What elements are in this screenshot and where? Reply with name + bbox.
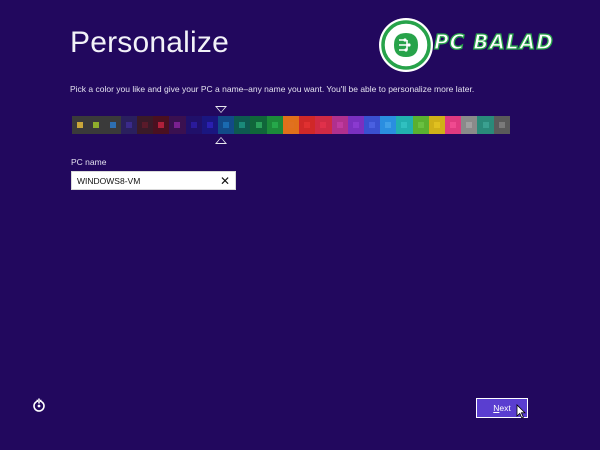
color-swatch[interactable]	[250, 116, 267, 134]
color-swatch[interactable]	[428, 116, 446, 134]
color-swatch-square	[417, 122, 424, 128]
clear-input-button[interactable]: ✕	[217, 172, 233, 189]
color-swatch-square	[385, 122, 392, 128]
color-swatch-square	[401, 122, 408, 128]
color-swatch-square	[223, 122, 230, 128]
color-swatch-square	[239, 122, 246, 128]
color-swatch-square	[109, 122, 116, 128]
color-swatch[interactable]	[331, 116, 348, 134]
color-swatch-square	[255, 122, 262, 128]
color-swatch[interactable]	[185, 116, 202, 134]
pc-name-field-container: ✕	[71, 171, 236, 190]
color-swatch[interactable]	[461, 116, 478, 134]
color-swatch[interactable]	[217, 116, 235, 134]
page-title: Personalize	[70, 26, 229, 59]
color-swatch[interactable]	[266, 116, 283, 134]
color-swatch[interactable]	[72, 116, 89, 134]
color-swatch[interactable]	[282, 116, 300, 134]
pc-balad-logo-text: PC BALAD	[433, 29, 554, 54]
color-swatch-square	[369, 122, 376, 128]
color-swatch-square	[336, 122, 343, 128]
color-strip[interactable]	[72, 116, 510, 134]
color-swatch-square	[433, 122, 440, 128]
color-swatch[interactable]	[88, 116, 105, 134]
color-swatch[interactable]	[315, 116, 332, 134]
color-swatch[interactable]	[153, 116, 170, 134]
color-swatch[interactable]	[493, 116, 510, 134]
color-swatch[interactable]	[396, 116, 413, 134]
color-swatch[interactable]	[104, 116, 121, 134]
color-swatch[interactable]	[380, 116, 397, 134]
color-swatch-square	[352, 122, 359, 128]
color-swatch-square	[141, 122, 148, 128]
color-swatch-square	[206, 122, 213, 128]
color-swatch[interactable]	[120, 116, 137, 134]
color-swatch[interactable]	[299, 116, 316, 134]
color-swatch-square	[482, 122, 489, 128]
color-swatch-square	[77, 122, 84, 128]
color-swatch-square	[174, 122, 181, 128]
color-swatch[interactable]	[169, 116, 186, 134]
color-swatch-square	[158, 122, 165, 128]
pc-name-label: PC name	[71, 157, 107, 167]
color-swatch-square	[271, 122, 278, 128]
color-swatch[interactable]	[136, 116, 154, 134]
color-swatch-square	[287, 122, 294, 128]
selection-marker-top-icon	[215, 106, 227, 113]
color-swatch-square	[304, 122, 311, 128]
color-swatch[interactable]	[347, 116, 364, 134]
color-swatch[interactable]	[477, 116, 494, 134]
color-swatch-square	[93, 122, 100, 128]
color-swatch-square	[190, 122, 197, 128]
color-swatch[interactable]	[412, 116, 429, 134]
color-swatch-square	[450, 122, 457, 128]
color-swatch-square	[125, 122, 132, 128]
ease-of-access-icon[interactable]	[31, 398, 47, 414]
color-swatch-square	[498, 122, 505, 128]
color-swatch[interactable]	[363, 116, 381, 134]
mouse-cursor-icon	[516, 404, 526, 419]
color-swatch-square	[320, 122, 327, 128]
color-swatch[interactable]	[234, 116, 251, 134]
page-description: Pick a color you like and give your PC a…	[70, 84, 475, 94]
color-swatch-square	[466, 122, 473, 128]
color-swatch[interactable]	[445, 116, 462, 134]
pc-name-input[interactable]	[72, 172, 217, 189]
selection-marker-bottom-icon	[215, 137, 227, 144]
color-swatch[interactable]	[201, 116, 218, 134]
next-button-label-rest: ext	[499, 403, 511, 413]
